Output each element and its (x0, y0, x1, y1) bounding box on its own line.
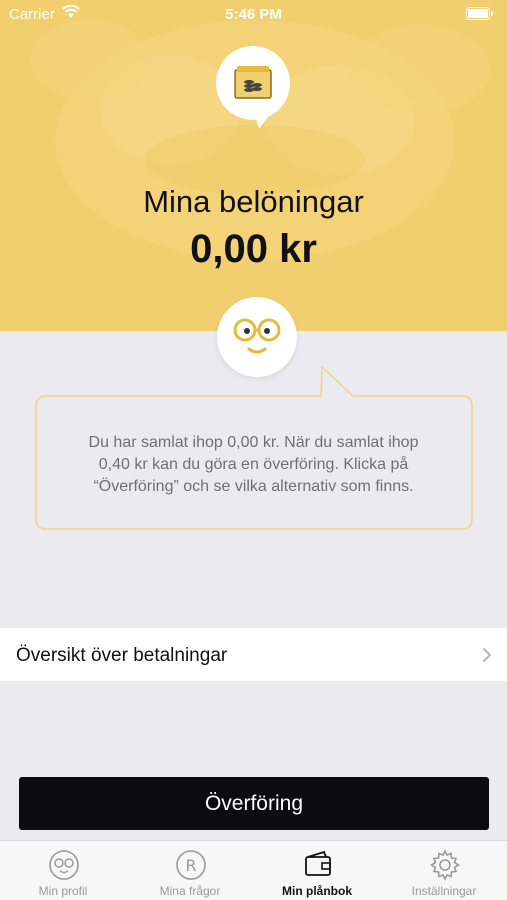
info-line: Du har samlat ihop 0,00 kr. När du samla… (88, 434, 419, 451)
wallet-badge-icon (216, 46, 290, 129)
mascot-avatar (217, 297, 297, 377)
svg-text:R: R (185, 856, 196, 875)
battery-icon (466, 7, 493, 20)
tab-label: Min profil (38, 884, 88, 898)
tab-bar: Min profil R Mina frågor Min plånbok Ins… (0, 840, 507, 900)
tab-my-profile[interactable]: Min profil (0, 841, 126, 900)
tab-label: Inställningar (411, 884, 477, 898)
transfer-button[interactable]: Överföring (19, 777, 489, 830)
tab-my-wallet[interactable]: Min plånbok (254, 841, 380, 900)
status-bar: Carrier 5:46 PM (0, 0, 507, 28)
rewards-amount: 0,00 kr (190, 227, 317, 271)
info-message: Du har samlat ihop 0,00 kr. När du samla… (50, 432, 457, 498)
payments-overview-label: Översikt över betalningar (16, 645, 228, 666)
gear-icon (429, 849, 461, 881)
chevron-right-icon (483, 648, 491, 662)
registered-icon: R (176, 850, 206, 880)
wallet-icon (305, 850, 331, 876)
rewards-title: Mina belöningar (143, 184, 364, 219)
tab-label: Mina frågor (159, 884, 221, 898)
info-line: 0,40 kr kan du göra en överföring. Klick… (98, 456, 409, 473)
tab-my-questions[interactable]: R Mina frågor (127, 841, 253, 900)
face-icon (49, 850, 79, 880)
status-time: 5:46 PM (225, 6, 282, 23)
info-line: “Överföring” och se vilka alternativ som… (93, 478, 414, 495)
glasses-face-icon (233, 318, 281, 354)
tab-label: Min plånbok (282, 884, 352, 898)
hero-banner: Carrier 5:46 PM Mina belöningar 0,00 kr (0, 0, 507, 331)
payments-overview-row[interactable]: Översikt över betalningar (0, 628, 507, 681)
tab-settings[interactable]: Inställningar (381, 841, 507, 900)
